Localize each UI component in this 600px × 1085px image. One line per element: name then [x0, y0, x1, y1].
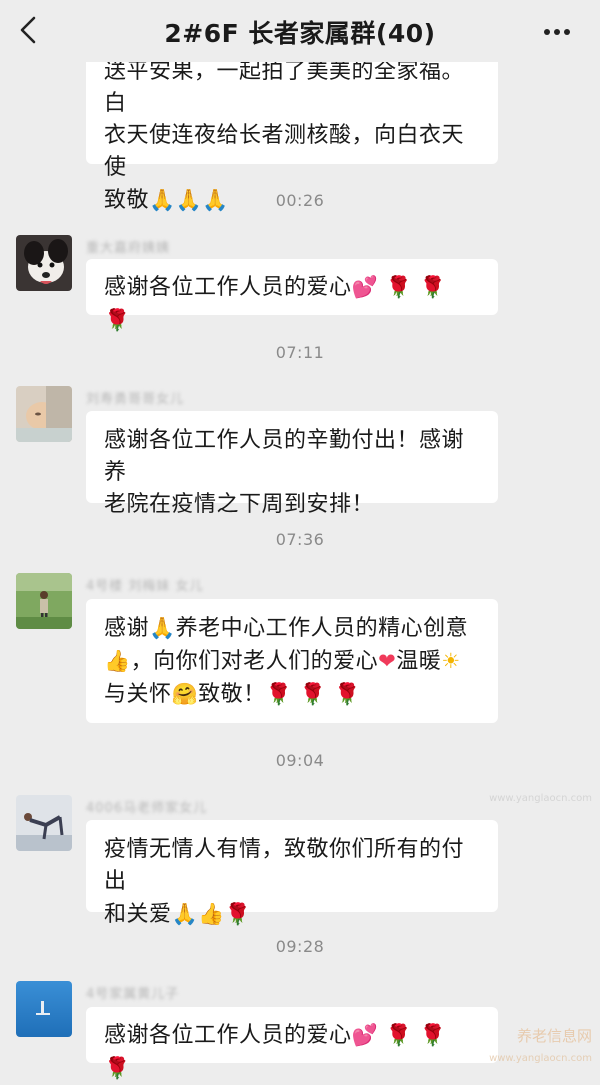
rose-icon: 🌹 [385, 1023, 413, 1047]
rose-icon: 🌹 [265, 682, 293, 706]
rose-icon: 🌹 [299, 682, 327, 706]
message-line: 👍，向你们对老人们的爱心❤温暖☀ [104, 645, 480, 678]
sender-name: 4006马老师家女儿 [86, 801, 208, 816]
message-bubble[interactable]: 感谢🙏养老中心工作人员的精心创意 👍，向你们对老人们的爱心❤温暖☀ 与关怀🤗致敬… [86, 599, 498, 723]
message-bubble[interactable]: 感谢各位工作人员的爱心💕 🌹 🌹 🌹 [86, 259, 498, 332]
sender-name: 4号家属黄儿子 [86, 987, 180, 1002]
folded-hands-icon: 🙏 [171, 902, 199, 926]
sun-icon: ☀ [441, 649, 461, 673]
watermark-url: www.yanglaocn.com [489, 1053, 592, 1064]
thumbs-up-icon: 👍 [198, 902, 225, 926]
message-bubble[interactable]: 疫情无情人有情，致敬你们所有的付出 和关爱🙏👍🌹 [86, 820, 498, 927]
heart-icon: 💕 [351, 275, 379, 299]
baby-avatar[interactable] [16, 386, 72, 442]
watermark-logo: 养老信息网 [516, 1027, 592, 1045]
sender-name: 刘寿勇哥哥女儿 [86, 392, 185, 407]
timestamp: 09:28 [275, 937, 325, 956]
chat-title: 2#6F 长者家属群(40) [164, 19, 436, 48]
folded-hands-icon: 🙏 [149, 616, 176, 640]
chat-header: 2#6F 长者家属群(40) [0, 0, 600, 62]
rose-icon: 🌹 [419, 1023, 447, 1047]
message-text: 感谢各位工作人员的爱心 [104, 275, 352, 300]
message-line: 和关爱🙏👍🌹 [104, 898, 480, 931]
message-line: 老院在疫情之下周到安排！ [104, 492, 375, 517]
hugging-face-icon: 🤗 [171, 682, 199, 706]
rose-icon: 🌹 [104, 1056, 131, 1080]
timestamp: 00:26 [275, 191, 325, 210]
rose-icon: 🌹 [419, 275, 447, 299]
message-line: 感谢🙏养老中心工作人员的精心创意 [104, 612, 480, 645]
message-line: 疫情无情人有情，致敬你们所有的付出 [104, 837, 465, 894]
rose-icon: 🌹 [224, 902, 252, 926]
watermark-url: www.yanglaocn.com [489, 793, 592, 804]
message-line: 与关怀🤗致敬！🌹 🌹 🌹 [104, 678, 480, 711]
rose-icon: 🌹 [385, 275, 413, 299]
timestamp: 07:36 [275, 530, 325, 549]
message-text: 感谢各位工作人员的爱心 [104, 1023, 352, 1048]
sender-name: 4号楼 刘梅妹 女儿 [86, 579, 204, 594]
rose-icon: 🌹 [334, 682, 361, 706]
message-line: 衣天使连夜给长者测核酸，向白衣天使 [104, 123, 465, 180]
outdoor-avatar[interactable] [16, 573, 72, 629]
heart-icon: 💕 [351, 1023, 379, 1047]
message-line: 感谢各位工作人员的辛勤付出！感谢养 [104, 428, 465, 485]
message-bubble[interactable]: 感谢各位工作人员的辛勤付出！感谢养 老院在疫情之下周到安排！ [86, 411, 498, 517]
red-heart-icon: ❤ [378, 649, 397, 673]
sea-avatar[interactable] [16, 981, 72, 1037]
message-bubble[interactable]: 感谢各位工作人员的爱心💕 🌹 🌹 🌹 [86, 1007, 498, 1080]
thumbs-up-icon: 👍 [104, 649, 131, 673]
dog-avatar[interactable] [16, 235, 72, 291]
more-options-icon[interactable] [544, 20, 578, 40]
rose-icon: 🌹 [104, 308, 131, 332]
sender-name: 重大嘉府姨姨 [86, 241, 171, 256]
yoga-avatar[interactable] [16, 795, 72, 851]
message-line: 送平安果，一起拍了美美的全家福。白 [104, 59, 465, 116]
timestamp: 07:11 [275, 343, 325, 362]
timestamp: 09:04 [275, 751, 325, 770]
